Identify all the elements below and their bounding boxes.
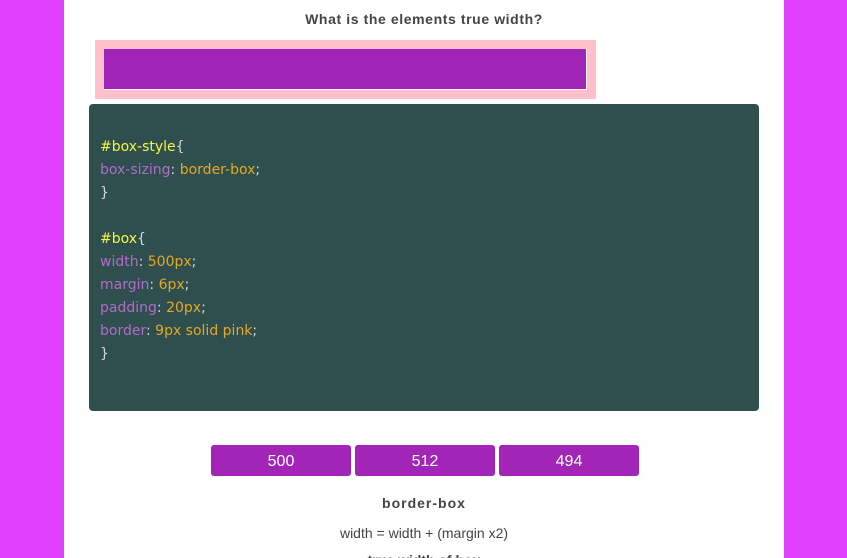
brace-open: { — [137, 231, 146, 247]
semicolon: ; — [184, 277, 190, 293]
colon: : — [145, 323, 156, 339]
colon: : — [149, 277, 159, 293]
property: padding — [100, 300, 157, 316]
demo-box — [104, 49, 586, 89]
colon: : — [170, 162, 180, 178]
code-line: } — [100, 344, 109, 364]
explanation-title: border-box — [382, 495, 466, 511]
code-line: width: 500px; — [100, 252, 196, 272]
code-line: margin: 6px; — [100, 275, 189, 295]
code-block: #box-style{ box-sizing: border-box; } #b… — [89, 104, 759, 411]
answer-button-512[interactable]: 512 — [355, 445, 495, 476]
property: box-sizing — [100, 162, 171, 178]
code-line: border: 9px solid pink; — [100, 321, 257, 341]
selector: #box-style — [100, 139, 176, 155]
quiz-card: What is the elements true width? #box-st… — [64, 0, 784, 558]
semicolon: ; — [255, 162, 261, 178]
value: 500px — [147, 254, 192, 270]
code-line: #box-style{ — [100, 137, 185, 157]
brace-close: } — [100, 346, 109, 362]
semicolon: ; — [191, 254, 197, 270]
colon: : — [138, 254, 148, 270]
question-title: What is the elements true width? — [305, 11, 543, 27]
demo-box-border — [95, 40, 596, 99]
semicolon: ; — [201, 300, 206, 316]
answer-button-500[interactable]: 500 — [211, 445, 351, 476]
code-line: } — [100, 183, 109, 203]
value: 20px — [166, 300, 202, 316]
selector: #box — [100, 231, 138, 247]
colon: : — [156, 300, 167, 316]
brace-open: { — [175, 139, 185, 155]
explanation-next-line: true width of box — [64, 552, 784, 558]
brace-close: } — [100, 185, 109, 201]
answer-options: 500 512 494 — [211, 445, 639, 476]
value: 6px — [158, 277, 185, 293]
explanation-formula: width = width + (margin x2) — [339, 525, 509, 541]
code-line: #box{ — [100, 229, 146, 249]
property: margin — [100, 277, 150, 293]
value: 9px solid pink — [155, 323, 253, 339]
code-line: padding: 20px; — [100, 298, 206, 318]
semicolon: ; — [252, 323, 258, 339]
answer-button-494[interactable]: 494 — [499, 445, 639, 476]
property: border — [100, 323, 146, 339]
property: width — [100, 254, 139, 270]
value: border-box — [179, 162, 256, 178]
code-line: box-sizing: border-box; — [100, 160, 260, 180]
